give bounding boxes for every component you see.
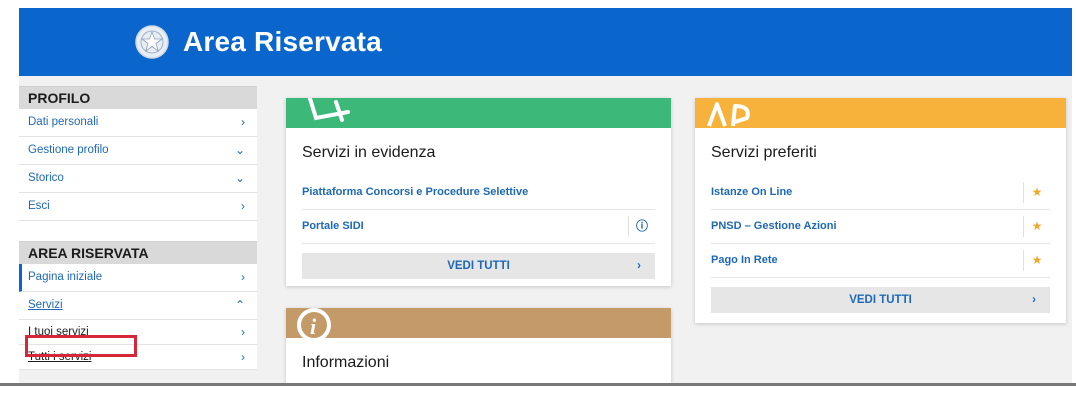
chevron-right-icon: › (241, 115, 245, 129)
star-icon[interactable]: ★ (1023, 216, 1050, 237)
chevron-right-icon: › (241, 350, 245, 364)
sidebar: PROFILO Dati personali › Gestione profil… (19, 86, 257, 370)
chevron-right-icon: › (637, 260, 641, 272)
sidebar-item-label: Dati personali (28, 116, 99, 128)
bottom-divider (0, 383, 1076, 394)
service-link[interactable]: Pago In Rete (711, 254, 778, 266)
sidebar-item-label: Servizi (28, 299, 63, 311)
chevron-right-icon: › (1032, 294, 1036, 306)
sidebar-item-label: Esci (28, 200, 50, 212)
sidebar-item-dati-personali[interactable]: Dati personali › (19, 109, 257, 137)
top-strip (0, 0, 1076, 8)
card-informazioni: i Informazioni (286, 308, 671, 388)
card-title: Informazioni (302, 354, 390, 371)
vedi-tutti-button[interactable]: VEDI TUTTI › (302, 253, 655, 279)
button-label: VEDI TUTTI (849, 294, 912, 306)
service-link[interactable]: PNSD – Gestione Azioni (711, 220, 837, 232)
service-link[interactable]: Portale SIDI (302, 220, 364, 232)
repubblica-emblem-icon (135, 25, 169, 59)
highlight-annotation-box (25, 335, 137, 357)
card-title: Servizi preferiti (711, 144, 817, 161)
vedi-tutti-button[interactable]: VEDI TUTTI › (711, 287, 1050, 313)
page-title: Area Riservata (183, 26, 382, 57)
card-servizi-preferiti: Servizi preferiti Istanze On Line ★ PNSD… (695, 98, 1066, 323)
list-item[interactable]: Piattaforma Concorsi e Procedure Seletti… (302, 176, 655, 210)
chevron-down-icon: ⌄ (234, 143, 245, 157)
card-band (286, 98, 671, 128)
sidebar-item-gestione-profilo[interactable]: Gestione profilo ⌄ (19, 137, 257, 165)
chevron-right-icon: › (241, 199, 245, 213)
chevron-down-icon: ⌄ (234, 171, 245, 185)
sidebar-list-profilo: Dati personali › Gestione profilo ⌄ Stor… (19, 109, 257, 221)
bookmark-stars-icon (707, 102, 750, 127)
chevron-right-icon: › (241, 325, 245, 339)
service-link[interactable]: Piattaforma Concorsi e Procedure Seletti… (302, 186, 528, 198)
sidebar-item-label: Pagina iniziale (28, 271, 103, 283)
list-item[interactable]: PNSD – Gestione Azioni ★ (711, 210, 1050, 244)
chevron-up-icon: ⌃ (234, 298, 245, 312)
site-header: Area Riservata (19, 8, 1072, 76)
info-icon[interactable]: ⓘ (628, 216, 655, 237)
info-glyph: i (310, 314, 317, 338)
sidebar-item-esci[interactable]: Esci › (19, 193, 257, 221)
sidebar-item-storico[interactable]: Storico ⌄ (19, 165, 257, 193)
button-label: VEDI TUTTI (447, 260, 510, 272)
sidebar-section-profilo: PROFILO (19, 86, 257, 109)
sidebar-item-label: Storico (28, 172, 64, 184)
card-title: Servizi in evidenza (302, 144, 436, 161)
info-circle-icon: i (297, 308, 331, 338)
megaphone-icon (307, 98, 350, 122)
star-icon[interactable]: ★ (1023, 250, 1050, 271)
service-link[interactable]: Istanze On Line (711, 186, 792, 198)
sidebar-item-servizi[interactable]: Servizi ⌃ (19, 292, 257, 320)
card-servizi-evidenza: Servizi in evidenza Piattaforma Concorsi… (286, 98, 671, 286)
star-icon[interactable]: ★ (1023, 182, 1050, 203)
list-item[interactable]: Pago In Rete ★ (711, 244, 1050, 278)
card-band: i (286, 308, 671, 338)
main-content: PROFILO Dati personali › Gestione profil… (19, 76, 1072, 388)
list-item[interactable]: Istanze On Line ★ (711, 176, 1050, 210)
list-item[interactable]: Portale SIDI ⓘ (302, 210, 655, 244)
sidebar-item-pagina-iniziale[interactable]: Pagina iniziale › (19, 264, 257, 292)
sidebar-section-area-riservata: AREA RISERVATA (19, 241, 257, 264)
sidebar-spacer (19, 221, 257, 241)
chevron-right-icon: › (241, 270, 245, 284)
card-band (695, 98, 1066, 128)
sidebar-item-label: Gestione profilo (28, 144, 109, 156)
